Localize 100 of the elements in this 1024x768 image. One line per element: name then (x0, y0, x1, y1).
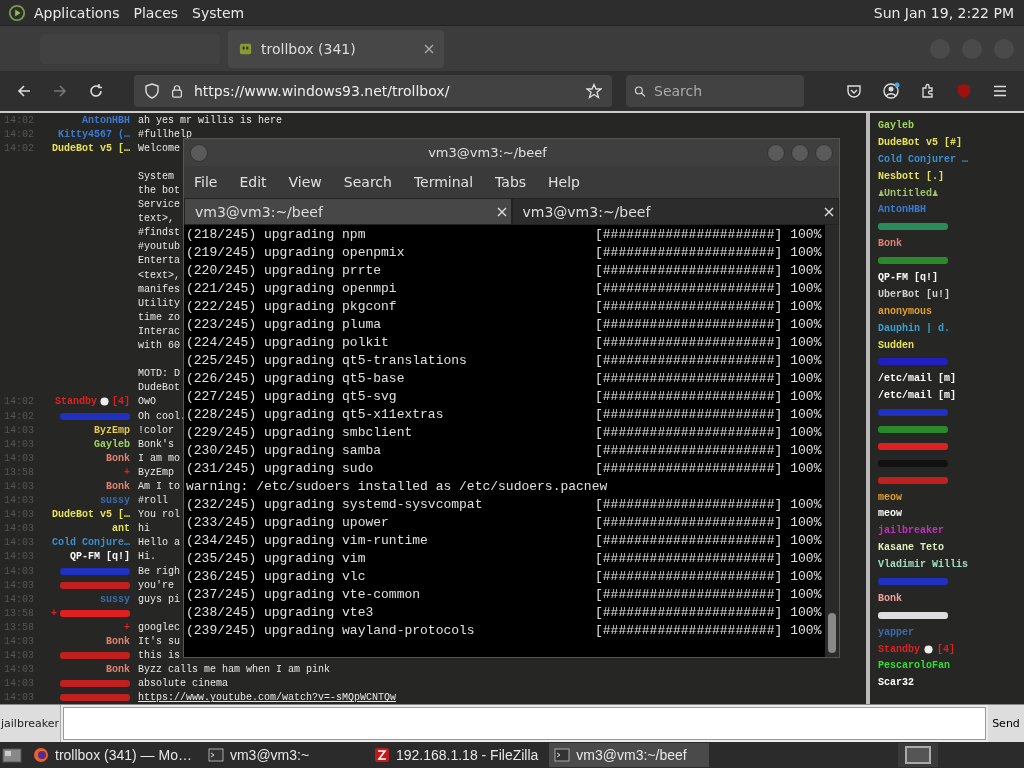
user-name[interactable]: Nesbott [.] (878, 170, 944, 182)
menu-item[interactable]: Search (343, 174, 392, 190)
send-button[interactable]: Send (988, 705, 1024, 742)
menu-item[interactable]: Help (548, 174, 580, 190)
percent-text: 100% (790, 442, 822, 458)
nickname[interactable]: Bonk (106, 452, 130, 464)
progress-bar-text: [######################] (595, 550, 783, 566)
message-text: Bonk's (138, 438, 174, 450)
nickname[interactable]: ant (112, 523, 130, 535)
puzzle-icon[interactable] (920, 83, 936, 99)
browser-tab[interactable]: trollbox (341) (228, 29, 444, 68)
pocket-icon[interactable] (846, 83, 862, 99)
user-name[interactable]: Kasane Teto (878, 542, 944, 554)
clock-icon (924, 644, 933, 654)
window-title: vm3@vm3:~/beef (428, 145, 547, 160)
user-name[interactable]: meow (878, 491, 902, 503)
clock[interactable]: Sun Jan 19, 2:22 PM (873, 4, 1014, 21)
nickname[interactable]: ByzEmp (94, 424, 130, 436)
user-name[interactable]: Sudden (878, 339, 914, 351)
menu-item[interactable]: Edit (239, 174, 267, 190)
address-bar[interactable]: https://www.windows93.net/trollbox/ (134, 75, 612, 107)
message-link[interactable]: https://www.youtube.com/watch?v=-sMQpWCNTQw (138, 692, 397, 704)
account-icon[interactable] (882, 82, 900, 100)
message-text: you're (138, 579, 174, 591)
nickname[interactable]: Cold Conjure… (52, 537, 130, 549)
nickname[interactable]: QP-FM [q!] (70, 551, 130, 563)
message-text: this is (138, 650, 180, 662)
search-bar[interactable]: Search (626, 75, 804, 107)
workspace-switcher[interactable] (898, 743, 938, 767)
user-name[interactable]: DudeBot v5 [#] (878, 136, 962, 148)
message-input[interactable] (63, 707, 986, 740)
taskbar-item[interactable]: vm3@vm3:~/beef (549, 743, 710, 767)
taskbar-item[interactable]: vm3@vm3:~ (202, 743, 363, 767)
terminal-line: (225/245) upgrading qt5-translations (186, 352, 468, 368)
taskbar-item[interactable]: trollbox (341) — Mo… (28, 743, 197, 767)
menu-item[interactable]: View (288, 174, 322, 190)
nickname[interactable]: Kitty4567 (… (58, 128, 130, 140)
user-name[interactable]: Bonk (878, 238, 902, 250)
nickname[interactable]: Bonk (106, 636, 130, 647)
percent-text: 100% (790, 532, 822, 548)
fox-globe-icon (33, 747, 49, 763)
reload-icon[interactable] (88, 83, 104, 99)
user-name[interactable]: ♟Untitled♟ (878, 187, 939, 199)
search-field[interactable]: Search (652, 82, 796, 100)
blurred-name[interactable] (878, 611, 948, 619)
message-text: absolute cinema (138, 678, 228, 690)
user-name[interactable]: Vladimir Willis (878, 559, 968, 571)
user-name[interactable]: anonymous (878, 305, 932, 317)
user-name[interactable]: Cold Conjurer … (878, 153, 968, 165)
window-button[interactable] (190, 143, 208, 162)
user-name[interactable]: /etc/mail [m] (878, 373, 956, 385)
message-text: Enterta (138, 255, 180, 267)
percent-text: 100% (790, 280, 822, 296)
window-button[interactable] (767, 143, 785, 162)
forward-icon[interactable] (52, 83, 68, 99)
terminal-tab[interactable]: vm3@vm3:~/beef (511, 198, 839, 225)
message-text: googlec (138, 621, 180, 633)
show-desktop-icon[interactable] (2, 746, 22, 764)
nickname[interactable]: Gayleb (94, 438, 130, 450)
user-name[interactable]: UberBot [u!] (878, 288, 950, 300)
nickname[interactable]: DudeBot v5 [… (52, 142, 130, 154)
menu-icon[interactable] (992, 83, 1008, 99)
nickname-button[interactable]: jailbreaker (0, 705, 61, 742)
lock-icon[interactable] (170, 83, 184, 99)
terminal-line: (236/245) upgrading vlc (186, 568, 367, 584)
progress-bar-text: [######################] (595, 334, 783, 350)
user-name[interactable]: Bonk (878, 592, 902, 604)
nickname[interactable]: AntonHBH (82, 114, 130, 126)
user-name[interactable]: Scar32 (878, 677, 914, 689)
menu-logo-icon[interactable] (8, 3, 26, 22)
scrollbar[interactable] (825, 225, 839, 657)
terminal-icon (207, 747, 224, 763)
user-name[interactable]: PescaroloFan (878, 660, 950, 672)
menu-item[interactable]: File (194, 174, 218, 190)
nickname[interactable]: Bonk (106, 481, 130, 492)
terminal-tab[interactable]: vm3@vm3:~/beef (184, 198, 512, 225)
window-button[interactable] (791, 143, 809, 162)
message-text: Hi. (138, 551, 156, 563)
star-icon[interactable] (586, 83, 602, 99)
panel-menu[interactable]: System (192, 4, 245, 21)
nickname[interactable]: Bonk (106, 664, 130, 676)
user-name[interactable]: Gayleb (878, 119, 914, 131)
message-text: Interac (138, 325, 180, 337)
nickname[interactable]: DudeBot v5 [… (52, 509, 130, 521)
menu-item[interactable]: Terminal (413, 174, 474, 190)
message-text: manifes (138, 283, 180, 295)
panel-menu[interactable]: Places (133, 4, 179, 21)
user-name[interactable]: Dauphin | d. (878, 322, 950, 334)
back-icon[interactable] (16, 83, 32, 99)
panel-menu[interactable]: Applications (34, 4, 120, 21)
shield-icon[interactable] (144, 83, 160, 99)
message-text: DudeBot (138, 382, 180, 394)
user-name[interactable]: QP-FM [q!] (878, 271, 938, 283)
taskbar-item[interactable]: 192.168.1.18 - FileZilla (368, 743, 544, 767)
menu-item[interactable]: Tabs (495, 174, 527, 190)
favicon-icon (238, 41, 253, 56)
window-button[interactable] (815, 143, 833, 162)
user-name[interactable]: /etc/mail [m] (878, 390, 956, 402)
user-name[interactable]: AntonHBH (878, 204, 926, 216)
user-name[interactable]: meow (878, 508, 902, 520)
